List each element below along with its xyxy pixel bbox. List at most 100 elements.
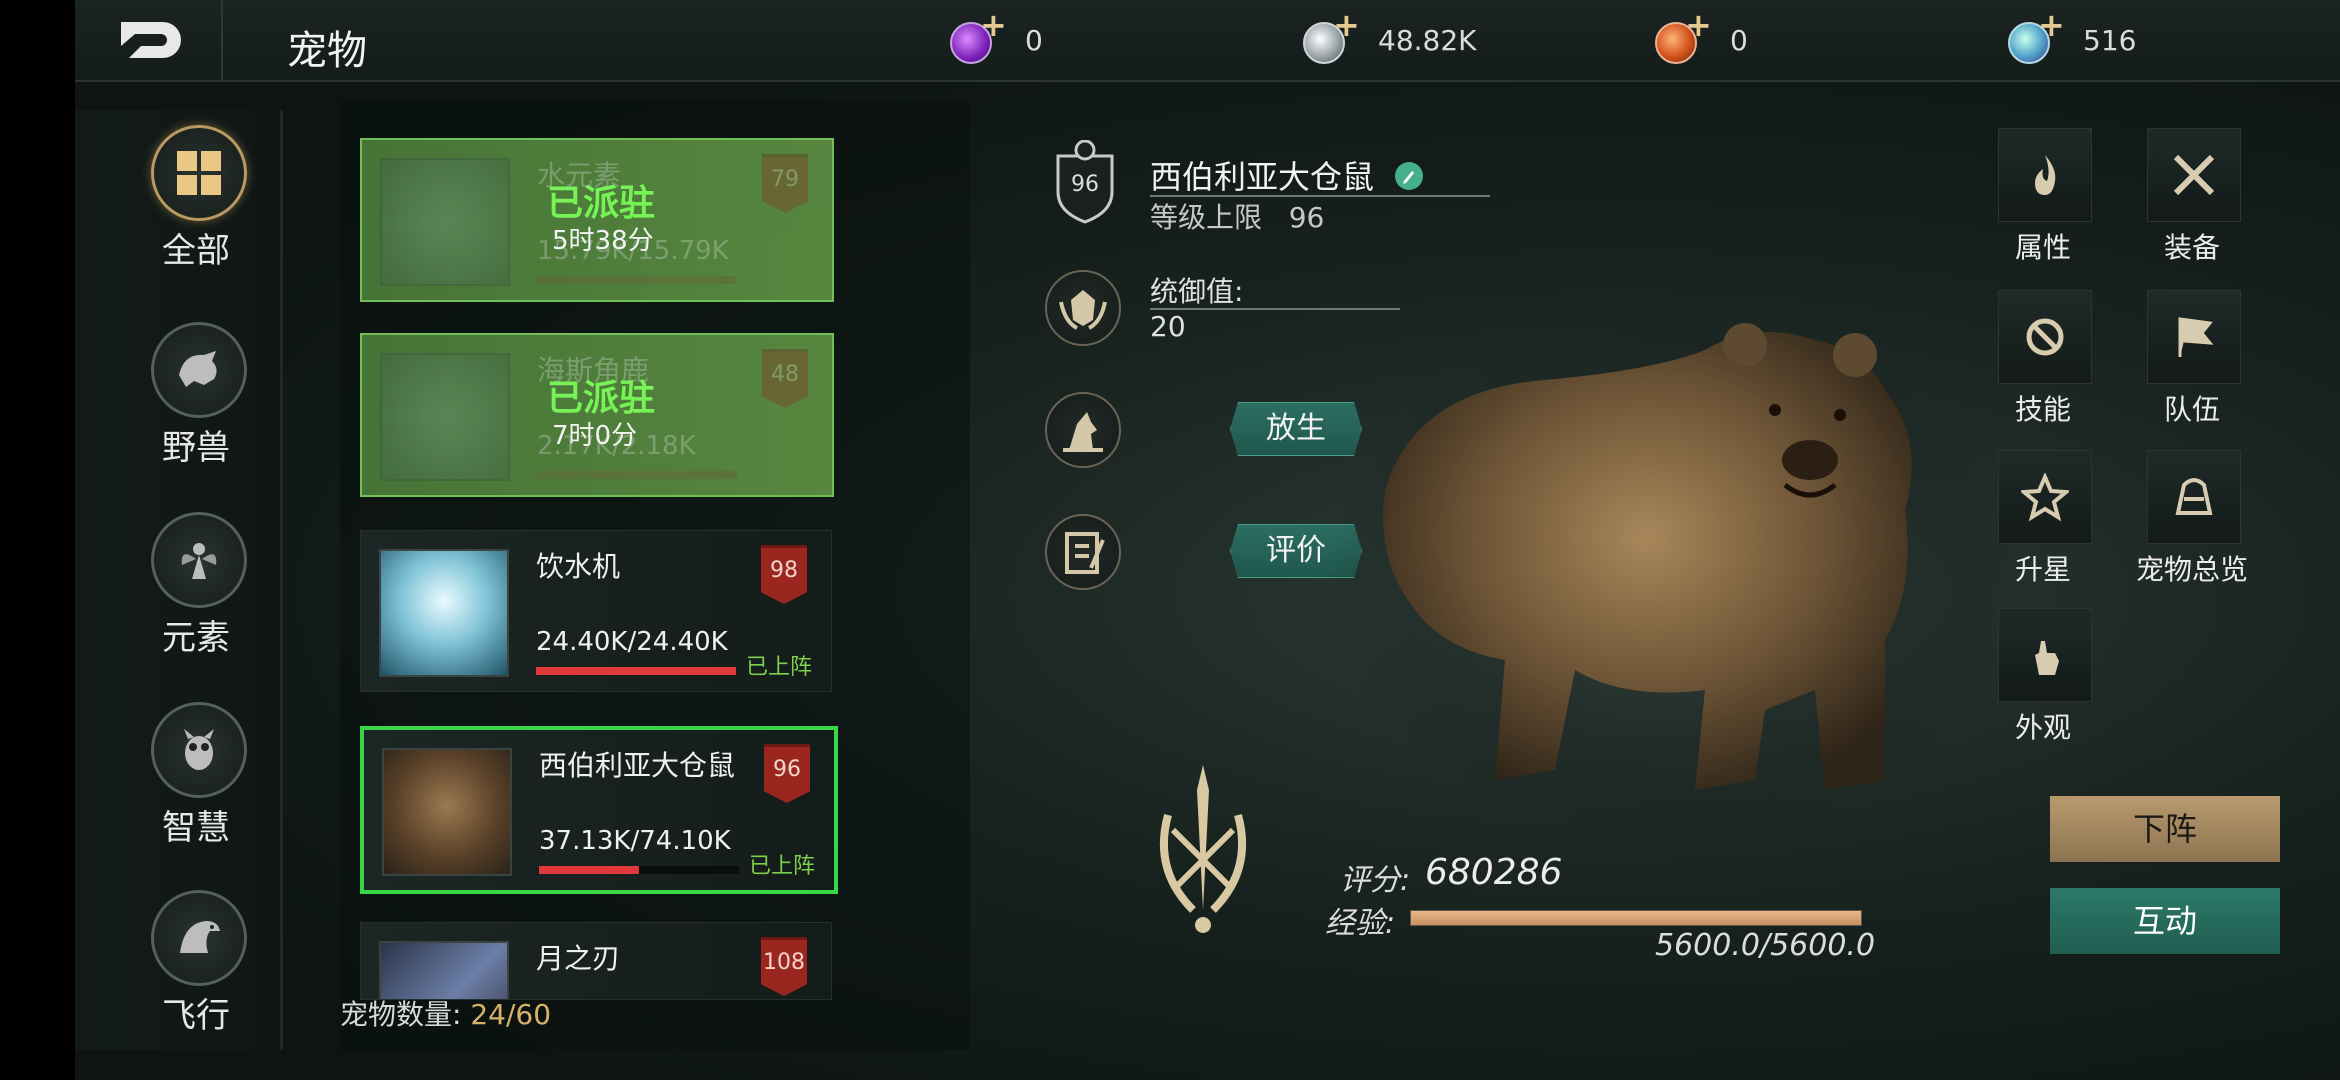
wolf-howl-icon <box>1045 392 1121 468</box>
resource-silver-coin[interactable]: + 48.82K <box>1303 6 1523 64</box>
interact-button[interactable]: 互动 <box>2050 888 2280 954</box>
menu-label: 属性 <box>2014 231 2071 264</box>
category-element[interactable]: 元素 <box>143 512 253 682</box>
pet-portrait <box>380 158 510 286</box>
pet-card-siberian-hamster[interactable]: 西伯利亚大仓鼠 96 37.13K/74.10K 已上阵 <box>360 726 838 894</box>
on-team-status: 已上阵 <box>746 655 813 680</box>
hp-bar <box>537 471 737 479</box>
pet-count-label: 宠物数量: <box>340 998 462 1031</box>
score-value: 680286 <box>1425 852 1563 893</box>
category-beast[interactable]: 野兽 <box>143 322 253 492</box>
resource-blue-crystal[interactable]: + 516 <box>2008 6 2208 64</box>
category-label: 全部 <box>162 231 230 271</box>
menu-label: 队伍 <box>2163 393 2220 426</box>
grid-icon <box>177 151 221 195</box>
hp-bar-fill <box>539 866 639 874</box>
level-badge: 108 <box>761 937 807 996</box>
level-badge: 96 <box>1071 172 1099 197</box>
top-bar: 宠物 + 0 + 48.82K + 0 + 516 <box>75 0 2340 82</box>
category-flying[interactable]: 飞行 <box>143 890 253 1060</box>
pet-list[interactable]: 水元素 79 15.79K/15.79K 已派驻 5时38分 海斯角鹿 48 2… <box>340 100 970 1050</box>
hp-bar-fill <box>536 667 736 675</box>
pet-portrait <box>382 748 512 876</box>
hp-bar <box>537 276 737 284</box>
command-crest-icon <box>1045 270 1121 346</box>
withdraw-button[interactable]: 下阵 <box>2050 796 2280 862</box>
deploy-timer: 7时0分 <box>552 421 638 451</box>
title-divider <box>221 0 223 80</box>
hp-bar <box>539 866 739 874</box>
add-icon: + <box>1685 6 1712 44</box>
menu-label: 升星 <box>2014 553 2071 586</box>
level-cap: 等级上限 96 <box>1150 196 1324 236</box>
category-nav: 全部 野兽 元素 智慧 飞行 <box>75 110 283 1050</box>
category-label: 野兽 <box>162 428 230 468</box>
owl-icon <box>184 729 214 770</box>
add-icon: + <box>2038 6 2065 44</box>
level-badge: 98 <box>761 545 807 604</box>
category-label: 智慧 <box>162 808 230 848</box>
rank-emblem-icon <box>1143 760 1263 940</box>
category-all[interactable]: 全部 <box>143 125 253 295</box>
menu-label: 外观 <box>2014 711 2071 744</box>
skill-icon <box>2026 318 2064 356</box>
score-label: 评分: <box>1340 863 1411 898</box>
exp-value: 5600.0/5600.0 <box>1655 928 1876 963</box>
level-badge: 48 <box>762 349 808 408</box>
pet-card-water-element[interactable]: 水元素 79 15.79K/15.79K 已派驻 5时38分 <box>360 138 834 302</box>
pet-card-water-dispenser[interactable]: 饮水机 98 24.40K/24.40K 已上阵 <box>360 530 832 692</box>
on-team-status: 已上阵 <box>749 854 816 879</box>
exp-bar-fill <box>1411 911 1861 925</box>
menu-label: 技能 <box>2014 393 2071 426</box>
pet-name: 饮水机 <box>536 550 621 583</box>
add-icon: + <box>980 6 1007 44</box>
resource-value: 516 <box>2083 24 2137 57</box>
fairy-icon <box>181 543 217 579</box>
category-wisdom[interactable]: 智慧 <box>143 702 253 872</box>
level-cap-value: 96 <box>1288 201 1325 234</box>
resource-value: 48.82K <box>1378 24 1477 57</box>
pet-name: 西伯利亚大仓鼠 <box>539 749 736 782</box>
pet-count: 宠物数量: 24/60 <box>340 993 551 1033</box>
rename-edit-icon[interactable] <box>1395 162 1423 190</box>
pet-portrait-art <box>1325 310 2025 840</box>
deploy-status: 已派驻 <box>547 378 656 419</box>
menu-label: 宠物总览 <box>2135 553 2248 586</box>
pet-detail-name: 西伯利亚大仓鼠 <box>1150 158 1375 196</box>
eagle-icon <box>180 921 220 953</box>
crossed-swords-icon <box>2173 154 2215 196</box>
pet-portrait <box>380 353 510 481</box>
exp-label: 经验: <box>1325 906 1396 941</box>
flame-icon <box>2035 155 2056 195</box>
level-cap-label: 等级上限 <box>1150 201 1263 234</box>
exp-bar <box>1410 910 1862 926</box>
flag-icon <box>2178 317 2214 357</box>
deploy-timer: 5时38分 <box>552 226 654 256</box>
hp-bar <box>536 667 736 675</box>
back-arrow-icon[interactable] <box>115 14 195 66</box>
hand-icon <box>2035 641 2059 675</box>
pet-hp: 24.40K/24.40K <box>536 627 728 657</box>
category-label: 元素 <box>162 618 230 658</box>
level-badge: 79 <box>762 154 808 213</box>
pet-card-deer[interactable]: 海斯角鹿 48 2.17K/2.18K 已派驻 7时0分 <box>360 333 834 497</box>
pet-portrait <box>379 549 509 677</box>
page-title: 宠物 <box>287 28 367 74</box>
level-badge: 96 <box>764 744 810 803</box>
pet-hp: 37.13K/74.10K <box>539 826 731 856</box>
overview-icon <box>2175 478 2213 515</box>
deploy-status: 已派驻 <box>547 183 656 224</box>
resource-value: 0 <box>1730 24 1748 57</box>
resource-purple-gem[interactable]: + 0 <box>950 6 1150 64</box>
menu-label: 装备 <box>2163 231 2220 264</box>
category-label: 飞行 <box>162 996 230 1036</box>
resource-value: 0 <box>1025 24 1043 57</box>
star-icon <box>2021 473 2069 521</box>
pet-portrait <box>379 941 509 999</box>
pet-screen: 宠物 + 0 + 48.82K + 0 + 516 全部 野兽 元素 智慧 飞行… <box>75 0 2340 1080</box>
resource-orange-gem[interactable]: + 0 <box>1655 6 1855 64</box>
beast-icon <box>179 351 217 387</box>
pet-name: 月之刃 <box>536 942 621 975</box>
pet-card-moon-blade[interactable]: 月之刃 108 <box>360 922 832 1000</box>
add-icon: + <box>1333 6 1360 44</box>
